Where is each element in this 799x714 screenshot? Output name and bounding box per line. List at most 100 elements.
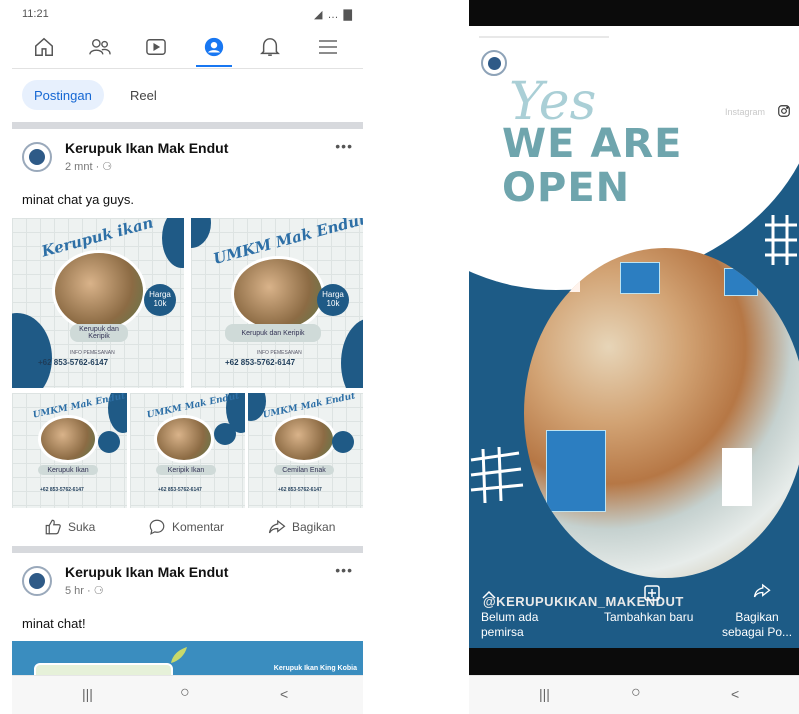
- back-button[interactable]: <: [280, 686, 288, 702]
- status-icons: ◢ … ▇: [313, 9, 353, 21]
- post-actions: Suka Komentar Bagikan: [12, 512, 363, 542]
- post-meta: 2 mnt · ⚆: [65, 161, 113, 173]
- share-label: Bagikan: [292, 520, 336, 534]
- image-tile-2[interactable]: UMKM Mak Endut Harga 10k Kerupuk dan Ker…: [191, 218, 363, 388]
- home-icon: [35, 37, 53, 56]
- privacy-icon: ⚇: [683, 53, 696, 69]
- friends-icon: [89, 38, 111, 55]
- instagram-label: Instagram: [724, 107, 765, 117]
- hatch-decoration: [470, 446, 524, 504]
- home-button[interactable]: ○: [180, 684, 190, 702]
- thumbs-up-icon: [45, 519, 61, 535]
- viewers-status-line-2: pemirsa: [481, 625, 524, 639]
- phone-number: +62 853-5762-6147: [158, 487, 202, 493]
- share-as-post-button[interactable]: Bagikan sebagai Po...: [722, 610, 792, 640]
- facebook-story-screen: Kerupuk Ikan... 4 mnt ⚇ ☆ ··· ✕ Yes WE A…: [469, 0, 799, 714]
- comment-icon: [149, 519, 165, 535]
- post-header: Kerupuk Ikan Mak Endut 5 hr · ⚆ •••: [12, 562, 363, 602]
- system-nav-bar: ||| ○ <: [469, 675, 799, 714]
- close-icon[interactable]: ✕: [775, 50, 790, 71]
- image-tile-4[interactable]: UMKM Mak Endut Keripik Ikan +62 853-5762…: [130, 393, 245, 508]
- post-header: Kerupuk Ikan Mak Endut 2 mnt · ⚆ •••: [12, 138, 363, 178]
- more-options-icon[interactable]: •••: [335, 562, 353, 578]
- share-button[interactable]: Bagikan: [268, 518, 335, 536]
- post-image-grid[interactable]: Kerupuk ikan Harga 10k Kerupuk dan Kerip…: [12, 218, 363, 508]
- tile-label: Kerupuk dan Keripik: [70, 324, 128, 342]
- tab-reels[interactable]: Reel: [130, 80, 157, 110]
- like-label: Suka: [68, 520, 96, 534]
- post-author[interactable]: Kerupuk Ikan Mak Endut: [65, 140, 228, 156]
- home-button[interactable]: ○: [631, 684, 641, 702]
- product-photo: [524, 248, 799, 578]
- nav-video[interactable]: [136, 32, 176, 62]
- post-text: minat chat!: [22, 616, 86, 631]
- post-text: minat chat ya guys.: [22, 192, 134, 207]
- leaf-icon: [171, 647, 187, 663]
- add-story-icon: [644, 585, 660, 601]
- post-image[interactable]: Kerupuk Ikan King Kobia: [12, 641, 363, 676]
- nav-home[interactable]: [24, 32, 64, 62]
- share-as-post-line-1: Bagikan: [735, 610, 779, 624]
- nav-menu[interactable]: [308, 32, 348, 62]
- info-label: INFO PEMESANAN: [257, 350, 302, 356]
- nav-profile[interactable]: [194, 32, 234, 67]
- story-progress-remaining: [611, 36, 789, 38]
- menu-icon: [319, 40, 337, 54]
- story-avatar[interactable]: [481, 50, 507, 76]
- profile-tabs: Postingan Reel: [12, 76, 363, 116]
- tab-posts[interactable]: Postingan: [22, 80, 104, 110]
- post-meta: 5 hr · ⚆: [65, 585, 104, 597]
- divider: [12, 122, 363, 129]
- nav-notifications[interactable]: [250, 32, 290, 62]
- hatch-decoration: [765, 215, 797, 265]
- tile-label: Kerupuk Ikan: [38, 465, 98, 475]
- tile-label: Cemilan Enak: [274, 465, 334, 475]
- bell-icon: [260, 38, 280, 56]
- system-nav-bar: ||| ○ <: [12, 675, 363, 714]
- share-icon: [268, 519, 286, 534]
- viewers-status[interactable]: Belum ada pemirsa: [481, 610, 538, 640]
- recent-apps-button[interactable]: |||: [82, 686, 93, 702]
- tile-label: Keripik Ikan: [156, 465, 216, 475]
- back-button[interactable]: <: [731, 686, 739, 702]
- recent-apps-button[interactable]: |||: [539, 686, 550, 702]
- tile-label: Kerupuk dan Keripik: [225, 324, 321, 342]
- chevron-up-icon: [482, 590, 496, 599]
- story-actions: @KERUPUKIKAN_MAKENDUT Belum ada pemirsa …: [469, 578, 799, 648]
- post-image-caption: Kerupuk Ikan King Kobia: [273, 665, 357, 672]
- divider: [12, 546, 363, 553]
- avatar[interactable]: [22, 142, 52, 172]
- post-author[interactable]: Kerupuk Ikan Mak Endut: [65, 564, 228, 580]
- nav-friends[interactable]: [80, 32, 120, 62]
- image-tile-3[interactable]: UMKM Mak Endut Kerupuk Ikan +62 853-5762…: [12, 393, 127, 508]
- story-author[interactable]: Kerupuk Ikan...: [517, 56, 603, 70]
- like-button[interactable]: Suka: [44, 518, 95, 536]
- story-time: 4 mnt: [629, 56, 660, 70]
- story-headline-line-1: WE ARE: [502, 121, 683, 167]
- status-bar: 11:21 ◢ … ▇: [22, 8, 353, 24]
- share-as-post-line-2: sebagai Po...: [722, 625, 793, 639]
- phone-number: +62 853-5762-6147: [225, 358, 296, 367]
- status-time: 11:21: [22, 8, 49, 20]
- info-label: INFO PEMESANAN: [70, 350, 115, 356]
- phone-number: +62 853-5762-6147: [40, 487, 84, 493]
- price-badge: Harga 10k: [144, 284, 176, 316]
- avatar[interactable]: [22, 566, 52, 596]
- story-progress-bar: [479, 36, 609, 38]
- more-options-icon[interactable]: ···: [741, 53, 755, 69]
- star-icon[interactable]: ☆: [703, 53, 716, 70]
- comment-label: Komentar: [172, 520, 225, 534]
- add-new-button[interactable]: Tambahkan baru: [604, 610, 693, 624]
- story-headline: WE ARE OPEN: [502, 122, 682, 210]
- instagram-icon: [778, 105, 790, 117]
- image-tile-5[interactable]: UMKM Mak Endut Cemilan Enak +62 853-5762…: [248, 393, 363, 508]
- video-icon: [146, 39, 166, 55]
- story-headline-line-2: OPEN: [502, 165, 631, 211]
- image-tile-1[interactable]: Kerupuk ikan Harga 10k Kerupuk dan Kerip…: [12, 218, 184, 388]
- facebook-profile-screen: 11:21 ◢ … ▇ Postingan Reel Kerupuk Ikan …: [12, 0, 363, 714]
- more-options-icon[interactable]: •••: [335, 138, 353, 154]
- story-view[interactable]: Kerupuk Ikan... 4 mnt ⚇ ☆ ··· ✕ Yes WE A…: [469, 0, 799, 676]
- comment-button[interactable]: Komentar: [148, 518, 224, 536]
- viewers-status-line-1: Belum ada: [481, 610, 539, 624]
- top-nav: [12, 28, 363, 69]
